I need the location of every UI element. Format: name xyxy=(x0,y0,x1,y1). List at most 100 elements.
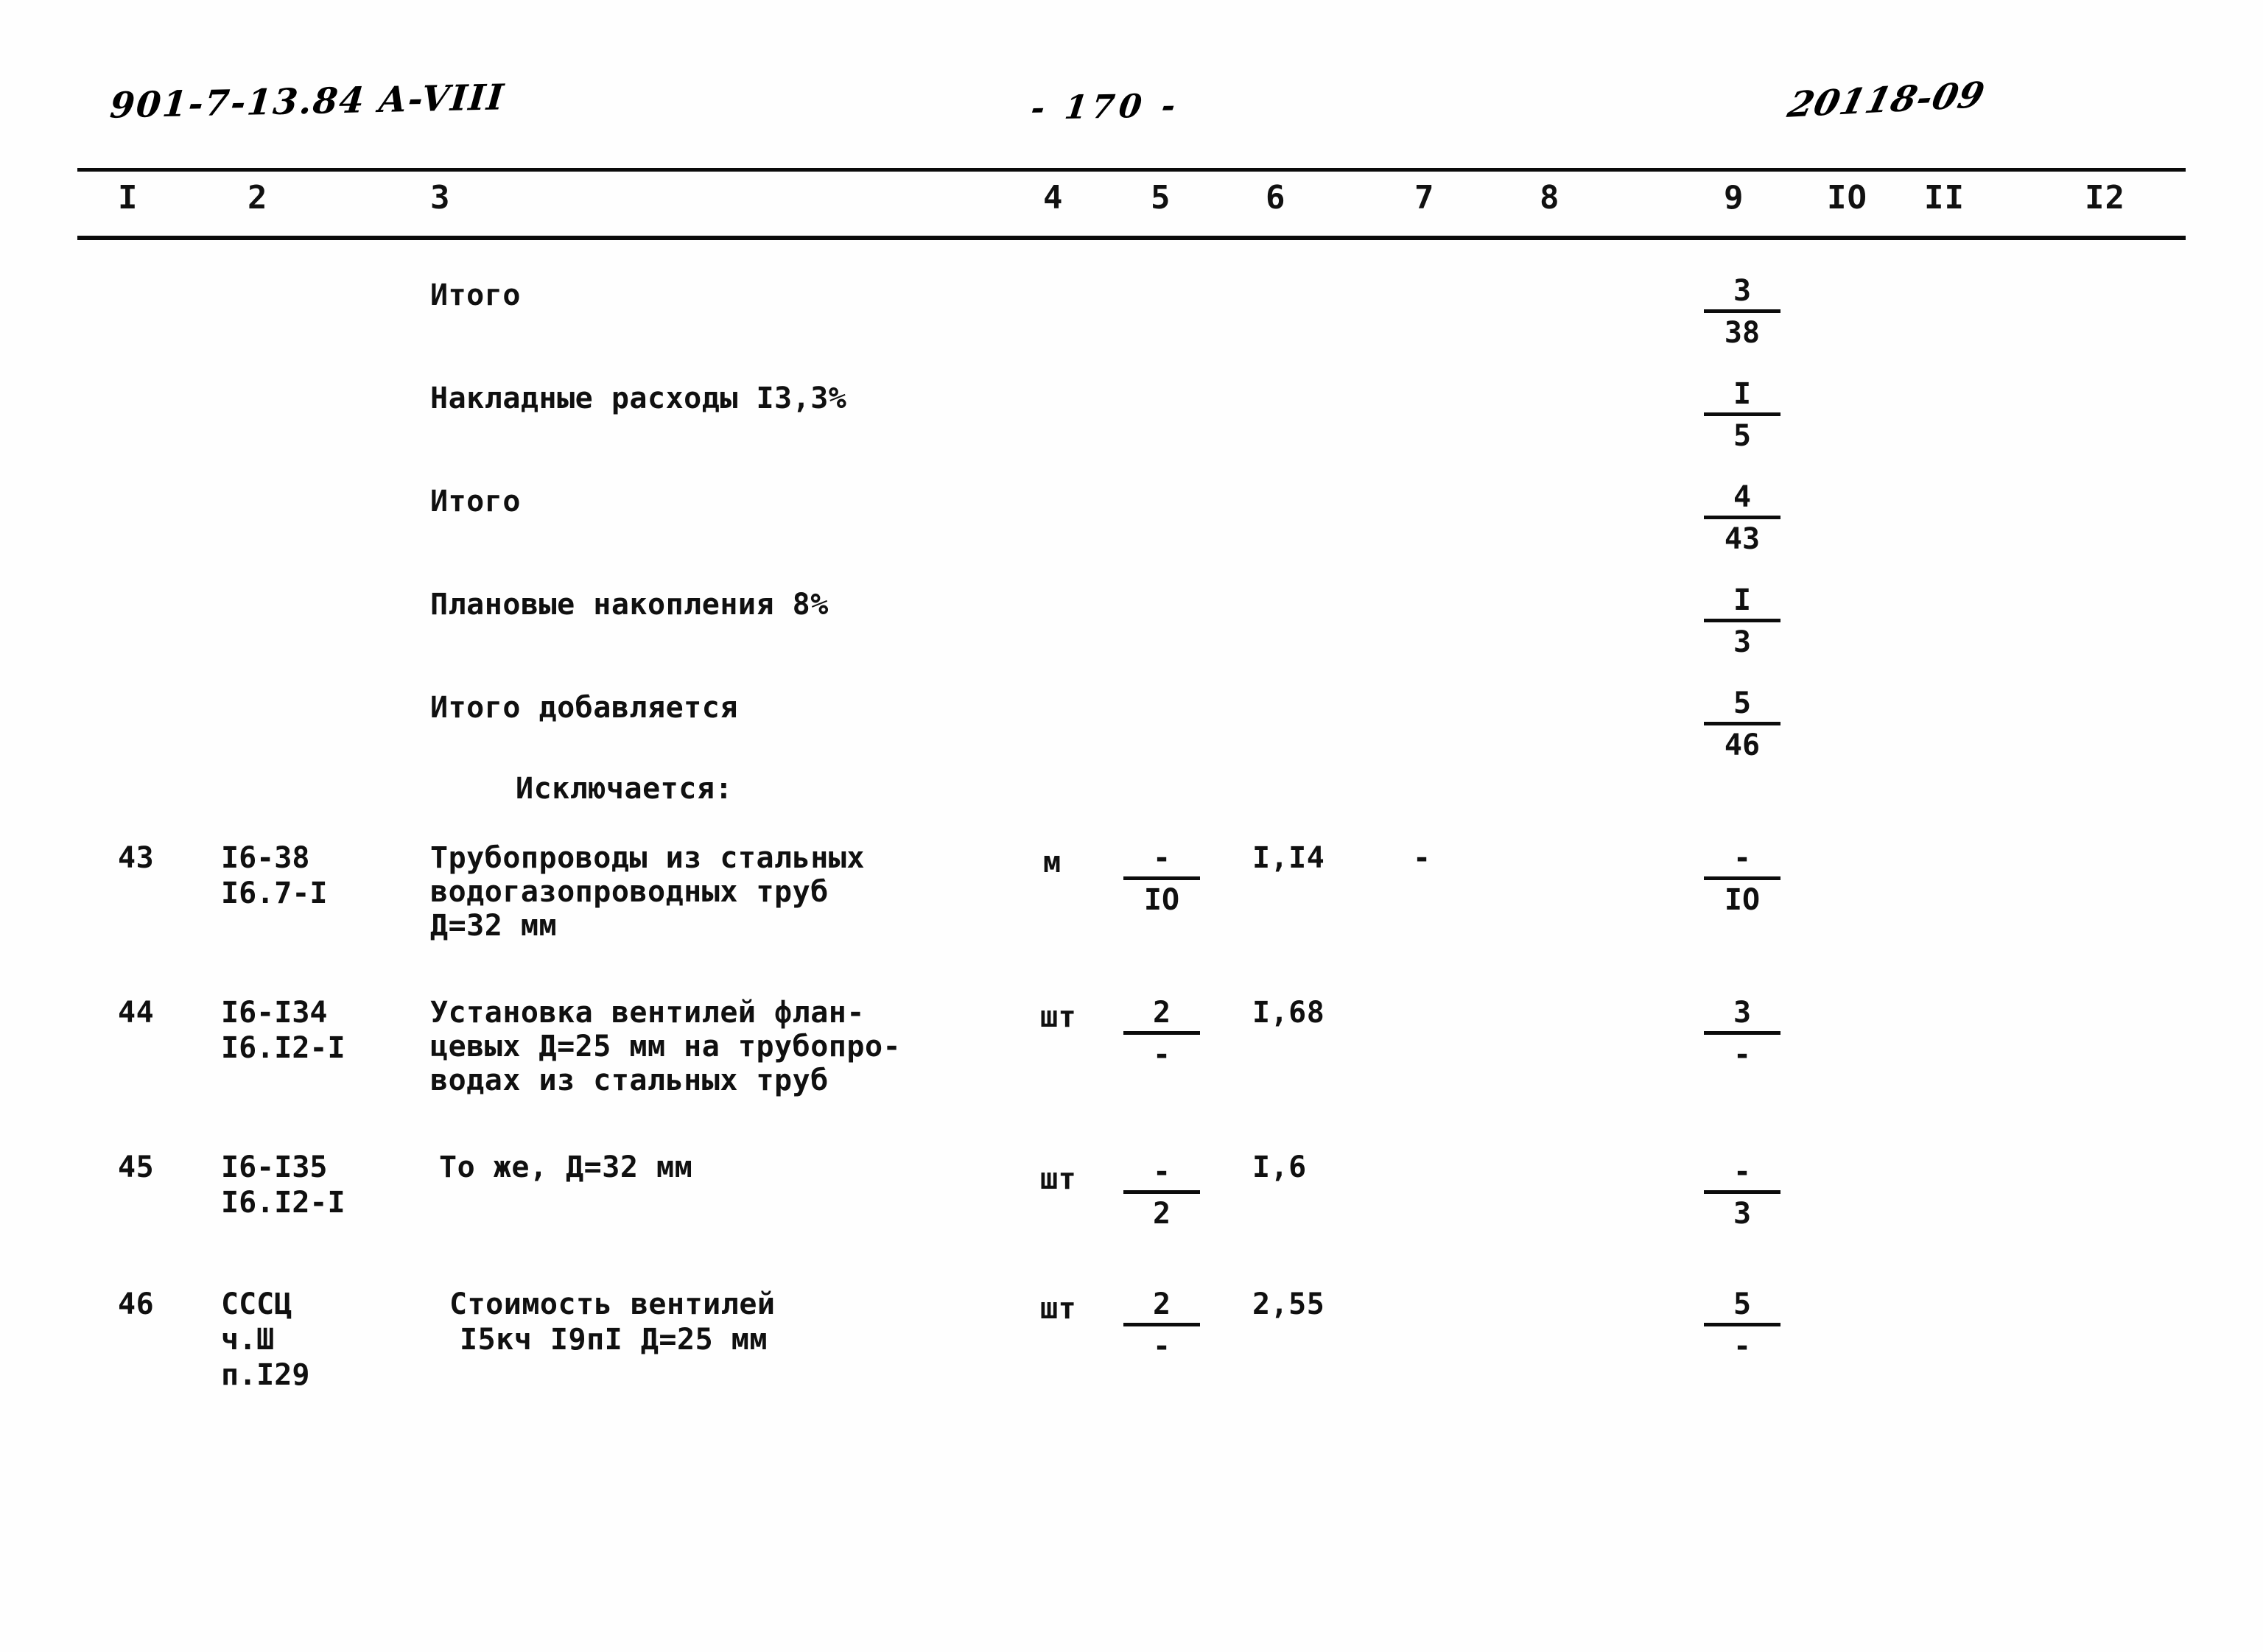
fraction-bar xyxy=(1704,619,1780,622)
row-46-desc-line2: I5кч I9пI Д=25 мм xyxy=(460,1323,768,1357)
section-label-excluded: Исключается: xyxy=(516,772,733,806)
column-header-12: I2 xyxy=(2085,179,2125,217)
row-46-number: 46 xyxy=(118,1287,155,1321)
fraction-bar xyxy=(1123,1190,1200,1194)
column-header-8: 8 xyxy=(1540,179,1560,217)
fraction-denominator: IO xyxy=(1143,883,1180,917)
fraction-numerator: 2 xyxy=(1152,996,1171,1030)
fraction-numerator: - xyxy=(1152,841,1171,875)
page-number-annotation: - 170 - xyxy=(1028,87,1182,127)
fraction-denominator: 2 xyxy=(1152,1197,1171,1231)
row-43-desc-line3: Д=32 мм xyxy=(430,909,558,943)
row-43-unit-cost: I,I4 xyxy=(1252,841,1325,875)
fraction-denominator: 3 xyxy=(1733,625,1752,659)
fraction-bar xyxy=(1123,1031,1200,1035)
row-45-total: - 3 xyxy=(1694,1155,1790,1231)
fraction-numerator: - xyxy=(1733,1155,1752,1189)
fraction-bar xyxy=(1704,1031,1780,1035)
row-46-code-line1: СССЦ xyxy=(221,1287,292,1321)
row-44-unit-cost: I,68 xyxy=(1252,996,1325,1030)
row-46-unit-cost: 2,55 xyxy=(1252,1287,1325,1321)
fraction-bar xyxy=(1123,876,1200,880)
column-header-4: 4 xyxy=(1043,179,1064,217)
column-header-11: II xyxy=(1924,179,1965,217)
summary-label-itogo-1: Итого xyxy=(430,278,521,312)
fraction-denominator: - xyxy=(1733,1329,1752,1363)
fraction-numerator: 5 xyxy=(1733,1287,1752,1321)
row-46-total: 5 - xyxy=(1694,1287,1790,1363)
fraction-numerator: 5 xyxy=(1733,686,1752,720)
row-43-quantity: - IO xyxy=(1114,841,1210,917)
column-header-2: 2 xyxy=(248,179,268,217)
summary-label-planned-savings: Плановые накопления 8% xyxy=(430,588,829,622)
fraction-numerator: - xyxy=(1733,841,1752,875)
column-header-9: 9 xyxy=(1724,179,1744,217)
row-43-total: - IO xyxy=(1694,841,1790,917)
fraction-bar xyxy=(1123,1323,1200,1326)
summary-value-total-added: 5 46 xyxy=(1694,686,1790,762)
row-43-unit: м xyxy=(1043,846,1062,879)
row-43-desc-line2: водогазопроводных труб xyxy=(430,875,829,909)
row-45-number: 45 xyxy=(118,1150,155,1184)
row-44-total: 3 - xyxy=(1694,996,1790,1072)
column-header-3: 3 xyxy=(430,179,451,217)
header-rule-bottom xyxy=(77,236,2186,240)
column-header-10: IO xyxy=(1827,179,1867,217)
fraction-numerator: - xyxy=(1152,1155,1171,1189)
summary-value-overhead: I 5 xyxy=(1694,377,1790,453)
row-44-desc-line1: Установка вентилей флан- xyxy=(430,996,865,1030)
row-45-unit-cost: I,6 xyxy=(1252,1150,1307,1184)
row-44-code-line2: I6.I2-I xyxy=(221,1031,345,1065)
fraction-bar xyxy=(1704,876,1780,880)
row-46-code-line3: п.I29 xyxy=(221,1358,310,1392)
column-header-7: 7 xyxy=(1414,179,1435,217)
summary-value-itogo-2: 4 43 xyxy=(1694,480,1790,556)
row-46-unit: шт xyxy=(1040,1292,1077,1326)
column-header-5: 5 xyxy=(1151,179,1171,217)
row-44-quantity: 2 - xyxy=(1114,996,1210,1072)
archive-code-annotation: 20118-09 xyxy=(1783,74,1990,126)
row-46-desc-line1: Стоимость вентилей xyxy=(449,1287,776,1321)
row-44-number: 44 xyxy=(118,996,155,1030)
fraction-numerator: 3 xyxy=(1733,274,1752,308)
row-45-quantity: - 2 xyxy=(1114,1155,1210,1231)
fraction-bar xyxy=(1704,412,1780,416)
fraction-denominator: 38 xyxy=(1724,316,1761,350)
row-45-code-line1: I6-I35 xyxy=(221,1150,328,1184)
fraction-denominator: - xyxy=(1152,1329,1171,1363)
fraction-bar xyxy=(1704,1323,1780,1326)
row-44-code-line1: I6-I34 xyxy=(221,996,328,1030)
fraction-bar xyxy=(1704,309,1780,313)
row-43-desc-line1: Трубопроводы из стальных xyxy=(430,841,865,875)
summary-label-total-added: Итого добавляется xyxy=(430,691,738,725)
fraction-numerator: I xyxy=(1733,583,1752,617)
fraction-bar xyxy=(1704,516,1780,519)
row-43-code-line1: I6-38 xyxy=(221,841,310,875)
row-43-col7-value: - xyxy=(1413,841,1431,875)
row-46-code-line2: ч.Ш xyxy=(221,1323,275,1357)
summary-label-itogo-2: Итого xyxy=(430,485,521,519)
document-code-annotation: 901-7-13.84 A-VIII xyxy=(108,77,507,127)
fraction-denominator: IO xyxy=(1724,883,1761,917)
fraction-denominator: 5 xyxy=(1733,419,1752,453)
summary-label-overhead: Накладные расходы I3,3% xyxy=(430,382,847,415)
row-44-unit: шт xyxy=(1040,1000,1077,1034)
fraction-denominator: - xyxy=(1152,1038,1171,1072)
row-45-desc-line1: То же, Д=32 мм xyxy=(439,1150,693,1184)
fraction-numerator: I xyxy=(1733,377,1752,411)
row-44-desc-line2: цевых Д=25 мм на трубопро- xyxy=(430,1030,902,1064)
fraction-denominator: 3 xyxy=(1733,1197,1752,1231)
fraction-denominator: - xyxy=(1733,1038,1752,1072)
row-45-unit: шт xyxy=(1040,1162,1077,1196)
header-rule-top xyxy=(77,168,2186,172)
row-43-code-line2: I6.7-I xyxy=(221,876,328,910)
fraction-bar xyxy=(1704,722,1780,725)
column-header-6: 6 xyxy=(1266,179,1286,217)
fraction-numerator: 2 xyxy=(1152,1287,1171,1321)
row-44-desc-line3: водах из стальных труб xyxy=(430,1064,829,1097)
fraction-denominator: 43 xyxy=(1724,522,1761,556)
fraction-numerator: 4 xyxy=(1733,480,1752,514)
row-46-quantity: 2 - xyxy=(1114,1287,1210,1363)
fraction-numerator: 3 xyxy=(1733,996,1752,1030)
fraction-denominator: 46 xyxy=(1724,728,1761,762)
